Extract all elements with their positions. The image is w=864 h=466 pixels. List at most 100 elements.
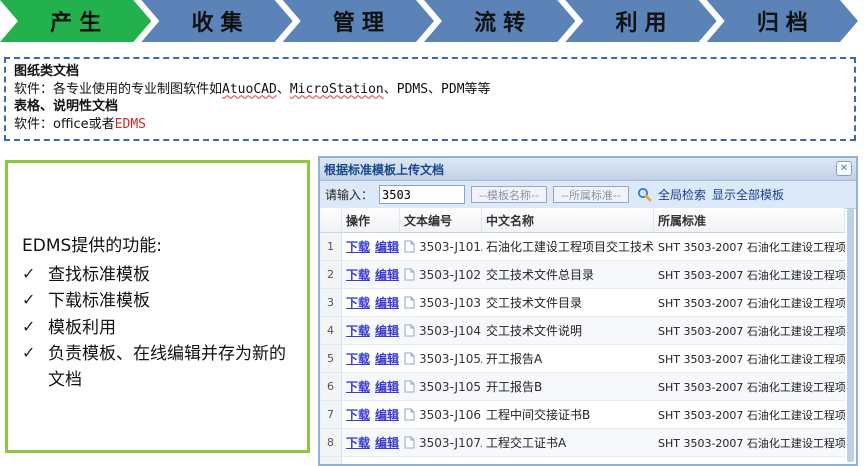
search-icon bbox=[637, 187, 652, 202]
doc-code-text: 3503-J102 bbox=[419, 268, 481, 282]
note-separator: 、 bbox=[277, 82, 290, 97]
edit-link[interactable]: 编辑 bbox=[375, 434, 399, 451]
download-link[interactable]: 下载 bbox=[346, 294, 370, 311]
flow-step-label: 归档 bbox=[757, 5, 815, 37]
flow-step-1: 产生 bbox=[0, 0, 151, 42]
feature-item-label: 负责模板、在线编辑并存为新的文档 bbox=[48, 341, 297, 394]
row-chinese-name: 交工技术文件目录 bbox=[482, 289, 654, 316]
row-doc-code: 3503-J106B bbox=[400, 401, 482, 428]
flow-step-label: 流转 bbox=[474, 5, 532, 37]
document-icon bbox=[404, 408, 415, 421]
row-operations: 下载编辑 bbox=[342, 401, 400, 428]
search-input[interactable] bbox=[379, 185, 465, 204]
download-link[interactable]: 下载 bbox=[346, 350, 370, 367]
row-operations: 下载编辑 bbox=[342, 429, 400, 456]
download-link[interactable]: 下载 bbox=[346, 238, 370, 255]
edit-link[interactable]: 编辑 bbox=[375, 406, 399, 423]
row-operations: 下载编辑 bbox=[342, 373, 400, 400]
row-chinese-name: 开工报告A bbox=[482, 345, 654, 372]
row-standard: SHT 3503-2007 石油化工建设工程项目交工... bbox=[654, 289, 845, 316]
row-chinese-name: 工程交工证书A bbox=[482, 429, 654, 456]
row-standard: SHT 3503-2007 石油化工建设工程项目交工... bbox=[654, 345, 845, 372]
feature-item: ✓查找标准模板 bbox=[22, 262, 297, 288]
row-number: 4 bbox=[320, 317, 342, 344]
software-atuocad: AtuoCAD bbox=[222, 82, 277, 97]
row-standard: SHT 3503-2007 石油化工建设工程项目交工... bbox=[654, 261, 845, 288]
edms-features-box: EDMS提供的功能: ✓查找标准模板✓下载标准模板✓模板利用✓负责模板、在线编辑… bbox=[5, 160, 310, 453]
download-link[interactable]: 下载 bbox=[346, 266, 370, 283]
row-standard: SHT 3503-2007 石油化工建设工程项目交工... bbox=[654, 401, 845, 428]
row-chinese-name: 石油化工建设工程项目交工技术文件封面A bbox=[482, 233, 654, 260]
note-line-drawing-software: 软件：各专业使用的专业制图软件如AtuoCAD、MicroStation、PDM… bbox=[14, 81, 846, 99]
table-row: 3下载编辑3503-J103交工技术文件目录SHT 3503-2007 石油化工… bbox=[320, 289, 845, 317]
feature-item: ✓负责模板、在线编辑并存为新的文档 bbox=[22, 341, 297, 394]
row-chinese-name: 交工技术文件说明 bbox=[482, 317, 654, 344]
table-body: 1下载编辑3503-J101A石油化工建设工程项目交工技术文件封面ASHT 35… bbox=[320, 233, 845, 457]
feature-item-label: 下载标准模板 bbox=[48, 288, 297, 314]
edit-link[interactable]: 编辑 bbox=[375, 238, 399, 255]
row-operations: 下载编辑 bbox=[342, 233, 400, 260]
templates-table: 操作 文本编号 中文名称 所属标准 1下载编辑3503-J101A石油化工建设工… bbox=[320, 208, 845, 464]
note-software-suffix: 、PDMS、PDM等等 bbox=[384, 82, 491, 97]
document-icon bbox=[404, 296, 415, 309]
table-row: 8下载编辑3503-J107A工程交工证书ASHT 3503-2007 石油化工… bbox=[320, 429, 845, 457]
download-link[interactable]: 下载 bbox=[346, 406, 370, 423]
edit-link[interactable]: 编辑 bbox=[375, 294, 399, 311]
edit-link[interactable]: 编辑 bbox=[375, 350, 399, 367]
table-row: 1下载编辑3503-J101A石油化工建设工程项目交工技术文件封面ASHT 35… bbox=[320, 233, 845, 261]
edit-link[interactable]: 编辑 bbox=[375, 322, 399, 339]
edit-link[interactable]: 编辑 bbox=[375, 378, 399, 395]
doc-code-text: 3503-J101A bbox=[419, 240, 482, 254]
download-link[interactable]: 下载 bbox=[346, 322, 370, 339]
doc-code-text: 3503-J106B bbox=[419, 408, 482, 422]
doc-code-text: 3503-J103 bbox=[419, 296, 481, 310]
flow-step-label: 管理 bbox=[333, 5, 391, 37]
table-header-row: 操作 文本编号 中文名称 所属标准 bbox=[320, 208, 845, 233]
search-input-label: 请输入： bbox=[325, 186, 373, 203]
features-list: ✓查找标准模板✓下载标准模板✓模板利用✓负责模板、在线编辑并存为新的文档 bbox=[22, 262, 297, 394]
download-link[interactable]: 下载 bbox=[346, 434, 370, 451]
note-office-prefix: 软件：office或者 bbox=[14, 117, 115, 132]
row-doc-code: 3503-J102 bbox=[400, 261, 482, 288]
row-chinese-name: 开工报告B bbox=[482, 373, 654, 400]
doc-code-text: 3503-J104 bbox=[419, 324, 481, 338]
vertical-scrollbar[interactable] bbox=[847, 209, 854, 462]
flow-step-label: 产生 bbox=[50, 5, 108, 37]
feature-item-label: 查找标准模板 bbox=[48, 262, 297, 288]
table-row-partial bbox=[320, 457, 845, 466]
row-standard: SHT 3503-2007 石油化工建设工程项目交工... bbox=[654, 233, 845, 260]
row-doc-code: 3503-J104 bbox=[400, 317, 482, 344]
row-doc-code: 3503-J107A bbox=[400, 429, 482, 456]
header-row-number bbox=[320, 208, 342, 232]
feature-item: ✓下载标准模板 bbox=[22, 288, 297, 314]
feature-item: ✓模板利用 bbox=[22, 315, 297, 341]
flow-step-label: 收集 bbox=[191, 5, 249, 37]
note-software-prefix: 软件：各专业使用的专业制图软件如 bbox=[14, 82, 222, 97]
header-operation: 操作 bbox=[342, 208, 400, 232]
row-doc-code: 3503-J101A bbox=[400, 233, 482, 260]
flow-step-6: 归档 bbox=[707, 0, 858, 42]
doc-code-text: 3503-J105B bbox=[419, 380, 482, 394]
close-icon[interactable]: ✕ bbox=[836, 161, 852, 176]
row-number: 6 bbox=[320, 373, 342, 400]
document-icon bbox=[404, 436, 415, 449]
flow-step-2: 收集 bbox=[141, 0, 292, 42]
template-name-filter[interactable]: --模板名称-- bbox=[471, 186, 547, 203]
edit-link[interactable]: 编辑 bbox=[375, 266, 399, 283]
global-search-button[interactable]: 全局检索 bbox=[658, 186, 706, 203]
header-doc-code: 文本编号 bbox=[400, 208, 482, 232]
dialog-titlebar[interactable]: 根据标准模板上传文档 ✕ bbox=[320, 158, 856, 181]
flow-step-5: 利用 bbox=[565, 0, 716, 42]
upload-template-dialog: 根据标准模板上传文档 ✕ 请输入： --模板名称-- --所属标准-- 全局检索… bbox=[318, 156, 858, 466]
check-icon: ✓ bbox=[22, 315, 48, 340]
document-types-note: 图纸类文档 软件：各专业使用的专业制图软件如AtuoCAD、MicroStati… bbox=[4, 57, 856, 141]
dialog-toolbar: 请输入： --模板名称-- --所属标准-- 全局检索 显示全部模板 bbox=[320, 181, 856, 209]
show-all-templates-button[interactable]: 显示全部模板 bbox=[712, 186, 784, 203]
table-row: 4下载编辑3503-J104交工技术文件说明SHT 3503-2007 石油化工… bbox=[320, 317, 845, 345]
download-link[interactable]: 下载 bbox=[346, 378, 370, 395]
document-icon bbox=[404, 240, 415, 253]
row-operations: 下载编辑 bbox=[342, 261, 400, 288]
flow-step-label: 利用 bbox=[615, 5, 673, 37]
standard-filter[interactable]: --所属标准-- bbox=[553, 186, 629, 203]
table-row: 5下载编辑3503-J105A开工报告ASHT 3503-2007 石油化工建设… bbox=[320, 345, 845, 373]
